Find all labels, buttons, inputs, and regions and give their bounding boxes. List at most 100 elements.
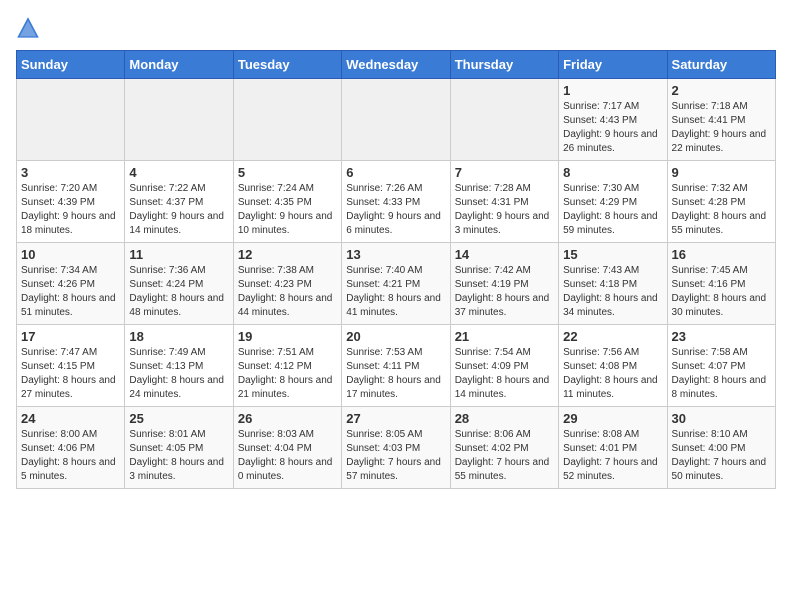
day-info: Sunrise: 8:05 AM Sunset: 4:03 PM Dayligh… <box>346 428 445 484</box>
calendar-cell: 7Sunrise: 7:28 AM Sunset: 4:31 PM Daylig… <box>450 161 558 243</box>
weekday-header-saturday: Saturday <box>667 51 775 79</box>
calendar-week-row: 1Sunrise: 7:17 AM Sunset: 4:43 PM Daylig… <box>17 79 776 161</box>
day-info: Sunrise: 7:24 AM Sunset: 4:35 PM Dayligh… <box>238 182 337 238</box>
day-number: 27 <box>346 411 445 426</box>
day-info: Sunrise: 7:42 AM Sunset: 4:19 PM Dayligh… <box>455 264 554 320</box>
day-number: 15 <box>563 247 662 262</box>
day-info: Sunrise: 7:32 AM Sunset: 4:28 PM Dayligh… <box>672 182 771 238</box>
day-number: 5 <box>238 165 337 180</box>
calendar-cell <box>125 79 233 161</box>
calendar-week-row: 3 Sunrise: 7:20 AM Sunset: 4:39 PM Daylig… <box>17 161 776 243</box>
weekday-header-sunday: Sunday <box>17 51 125 79</box>
calendar-week-row: 24Sunrise: 8:00 AM Sunset: 4:06 PM Dayli… <box>17 407 776 489</box>
day-info: Sunrise: 7:30 AM Sunset: 4:29 PM Dayligh… <box>563 182 662 238</box>
day-number: 17 <box>21 329 120 344</box>
day-number: 21 <box>455 329 554 344</box>
calendar-cell: 4 Sunrise: 7:22 AM Sunset: 4:37 PM Daylig… <box>125 161 233 243</box>
day-number: 18 <box>129 329 228 344</box>
calendar-week-row: 17 Sunrise: 7:47 AM Sunset: 4:15 PM Dayli… <box>17 325 776 407</box>
day-number: 6 <box>346 165 445 180</box>
calendar-cell: 16 Sunrise: 7:45 AM Sunset: 4:16 PM Dayli… <box>667 243 775 325</box>
day-number: 16 <box>672 247 771 262</box>
day-info: Sunrise: 7:17 AM Sunset: 4:43 PM Dayligh… <box>563 100 662 156</box>
calendar-week-row: 10Sunrise: 7:34 AM Sunset: 4:26 PM Dayli… <box>17 243 776 325</box>
day-number: 22 <box>563 329 662 344</box>
day-number: 13 <box>346 247 445 262</box>
day-info: Sunrise: 8:08 AM Sunset: 4:01 PM Dayligh… <box>563 428 662 484</box>
day-number: 14 <box>455 247 554 262</box>
calendar-cell: 20 Sunrise: 7:53 AM Sunset: 4:11 PM Dayli… <box>342 325 450 407</box>
day-info: Sunrise: 7:49 AM Sunset: 4:13 PM Dayligh… <box>129 346 228 402</box>
day-info: Sunrise: 8:10 AM Sunset: 4:00 PM Dayligh… <box>672 428 771 484</box>
day-info: Sunrise: 7:56 AM Sunset: 4:08 PM Dayligh… <box>563 346 662 402</box>
calendar-cell: 8 Sunrise: 7:30 AM Sunset: 4:29 PM Daylig… <box>559 161 667 243</box>
calendar-cell: 14 Sunrise: 7:42 AM Sunset: 4:19 PM Dayli… <box>450 243 558 325</box>
day-info: Sunrise: 7:34 AM Sunset: 4:26 PM Dayligh… <box>21 264 120 320</box>
day-info: Sunrise: 7:53 AM Sunset: 4:11 PM Dayligh… <box>346 346 445 402</box>
day-number: 19 <box>238 329 337 344</box>
day-number: 2 <box>672 83 771 98</box>
day-number: 12 <box>238 247 337 262</box>
day-number: 29 <box>563 411 662 426</box>
page-header <box>16 16 776 40</box>
calendar-cell: 24Sunrise: 8:00 AM Sunset: 4:06 PM Dayli… <box>17 407 125 489</box>
calendar-cell: 9Sunrise: 7:32 AM Sunset: 4:28 PM Daylig… <box>667 161 775 243</box>
day-info: Sunrise: 7:26 AM Sunset: 4:33 PM Dayligh… <box>346 182 445 238</box>
day-info: Sunrise: 7:45 AM Sunset: 4:16 PM Dayligh… <box>672 264 771 320</box>
day-number: 4 <box>129 165 228 180</box>
logo <box>16 16 44 40</box>
logo-icon <box>16 16 40 40</box>
day-number: 11 <box>129 247 228 262</box>
calendar-cell: 2 Sunrise: 7:18 AM Sunset: 4:41 PM Daylig… <box>667 79 775 161</box>
weekday-header-tuesday: Tuesday <box>233 51 341 79</box>
day-info: Sunrise: 8:01 AM Sunset: 4:05 PM Dayligh… <box>129 428 228 484</box>
calendar-cell: 22 Sunrise: 7:56 AM Sunset: 4:08 PM Dayli… <box>559 325 667 407</box>
day-info: Sunrise: 7:47 AM Sunset: 4:15 PM Dayligh… <box>21 346 120 402</box>
day-info: Sunrise: 7:18 AM Sunset: 4:41 PM Dayligh… <box>672 100 771 156</box>
weekday-header-thursday: Thursday <box>450 51 558 79</box>
calendar-cell: 1Sunrise: 7:17 AM Sunset: 4:43 PM Daylig… <box>559 79 667 161</box>
day-info: Sunrise: 7:40 AM Sunset: 4:21 PM Dayligh… <box>346 264 445 320</box>
day-number: 30 <box>672 411 771 426</box>
day-info: Sunrise: 7:38 AM Sunset: 4:23 PM Dayligh… <box>238 264 337 320</box>
day-number: 25 <box>129 411 228 426</box>
calendar-cell: 21 Sunrise: 7:54 AM Sunset: 4:09 PM Dayli… <box>450 325 558 407</box>
day-info: Sunrise: 7:36 AM Sunset: 4:24 PM Dayligh… <box>129 264 228 320</box>
day-info: Sunrise: 7:43 AM Sunset: 4:18 PM Dayligh… <box>563 264 662 320</box>
day-number: 3 <box>21 165 120 180</box>
calendar-table: SundayMondayTuesdayWednesdayThursdayFrid… <box>16 50 776 489</box>
day-info: Sunrise: 7:54 AM Sunset: 4:09 PM Dayligh… <box>455 346 554 402</box>
day-number: 7 <box>455 165 554 180</box>
day-number: 26 <box>238 411 337 426</box>
calendar-cell: 18 Sunrise: 7:49 AM Sunset: 4:13 PM Dayli… <box>125 325 233 407</box>
calendar-cell: 15 Sunrise: 7:43 AM Sunset: 4:18 PM Dayli… <box>559 243 667 325</box>
calendar-cell: 3 Sunrise: 7:20 AM Sunset: 4:39 PM Daylig… <box>17 161 125 243</box>
day-number: 24 <box>21 411 120 426</box>
day-number: 20 <box>346 329 445 344</box>
calendar-cell: 17 Sunrise: 7:47 AM Sunset: 4:15 PM Dayli… <box>17 325 125 407</box>
calendar-cell: 28Sunrise: 8:06 AM Sunset: 4:02 PM Dayli… <box>450 407 558 489</box>
calendar-cell: 19 Sunrise: 7:51 AM Sunset: 4:12 PM Dayli… <box>233 325 341 407</box>
calendar-cell: 29 Sunrise: 8:08 AM Sunset: 4:01 PM Dayli… <box>559 407 667 489</box>
day-info: Sunrise: 7:51 AM Sunset: 4:12 PM Dayligh… <box>238 346 337 402</box>
day-number: 8 <box>563 165 662 180</box>
calendar-cell: 6 Sunrise: 7:26 AM Sunset: 4:33 PM Daylig… <box>342 161 450 243</box>
day-number: 23 <box>672 329 771 344</box>
weekday-header-wednesday: Wednesday <box>342 51 450 79</box>
calendar-cell: 12 Sunrise: 7:38 AM Sunset: 4:23 PM Dayli… <box>233 243 341 325</box>
calendar-cell: 10Sunrise: 7:34 AM Sunset: 4:26 PM Dayli… <box>17 243 125 325</box>
calendar-cell: 26 Sunrise: 8:03 AM Sunset: 4:04 PM Dayli… <box>233 407 341 489</box>
day-info: Sunrise: 7:58 AM Sunset: 4:07 PM Dayligh… <box>672 346 771 402</box>
day-info: Sunrise: 8:03 AM Sunset: 4:04 PM Dayligh… <box>238 428 337 484</box>
weekday-header-friday: Friday <box>559 51 667 79</box>
day-info: Sunrise: 7:22 AM Sunset: 4:37 PM Dayligh… <box>129 182 228 238</box>
calendar-cell: 30 Sunrise: 8:10 AM Sunset: 4:00 PM Dayli… <box>667 407 775 489</box>
weekday-header-monday: Monday <box>125 51 233 79</box>
day-info: Sunrise: 7:20 AM Sunset: 4:39 PM Dayligh… <box>21 182 120 238</box>
calendar-header-row: SundayMondayTuesdayWednesdayThursdayFrid… <box>17 51 776 79</box>
calendar-cell: 25 Sunrise: 8:01 AM Sunset: 4:05 PM Dayli… <box>125 407 233 489</box>
calendar-cell: 11 Sunrise: 7:36 AM Sunset: 4:24 PM Dayli… <box>125 243 233 325</box>
calendar-cell: 23 Sunrise: 7:58 AM Sunset: 4:07 PM Dayli… <box>667 325 775 407</box>
calendar-cell <box>17 79 125 161</box>
calendar-cell <box>233 79 341 161</box>
